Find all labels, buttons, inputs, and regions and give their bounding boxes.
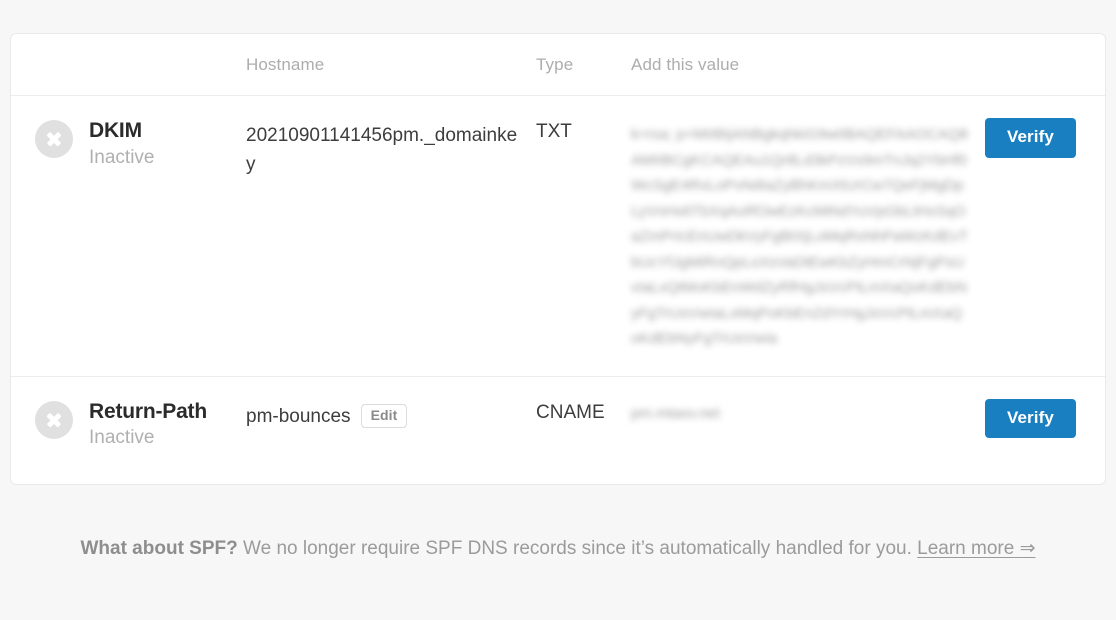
- table-row: Return-Path Inactive pm-bounces Edit CNA…: [11, 375, 1105, 484]
- dns-settings-page: Hostname Type Add this value DKIM Inacti…: [0, 0, 1116, 620]
- verify-button[interactable]: Verify: [985, 118, 1076, 158]
- x-circle-icon: [35, 120, 73, 158]
- dns-records-card: Hostname Type Add this value DKIM Inacti…: [10, 33, 1106, 485]
- spf-note-heading: What about SPF?: [80, 538, 238, 559]
- learn-more-link[interactable]: Learn more ⇒: [917, 538, 1035, 559]
- edit-hostname-button[interactable]: Edit: [360, 404, 408, 429]
- row-action-cell: Verify: [985, 398, 1105, 439]
- record-name: DKIM: [89, 119, 142, 142]
- x-circle-icon: [35, 400, 73, 439]
- record-type: CNAME: [536, 401, 605, 423]
- spf-note-body: We no longer require SPF DNS records sin…: [237, 538, 918, 559]
- record-hostname-cell: pm-bounces Edit: [236, 399, 536, 431]
- record-hostname: 20210901141456pm._domainkey: [246, 125, 518, 176]
- table-header-row: Hostname Type Add this value: [11, 34, 1105, 96]
- record-value-redacted: pm.mtasv.net: [631, 399, 985, 425]
- record-hostname: pm-bounces: [246, 405, 351, 427]
- redacted-value-text: k=rsa; p=MIIBIjANBgkqhkiG9w0BAQEFAAOCAQ8…: [631, 126, 969, 347]
- table-row: DKIM Inactive 20210901141456pm._domainke…: [11, 96, 1105, 376]
- row-status-cell: Return-Path Inactive: [11, 399, 236, 450]
- row-status-cell: DKIM Inactive: [11, 118, 236, 169]
- record-state: Inactive: [89, 146, 155, 168]
- record-value-redacted: k=rsa; p=MIIBIjANBgkqhkiG9w0BAQEFAAOCAQ8…: [631, 118, 985, 352]
- learn-more-label: Learn more: [917, 538, 1015, 559]
- column-header-type: Type: [536, 54, 574, 74]
- row-action-cell: Verify: [985, 118, 1105, 158]
- redacted-value-text: pm.mtasv.net: [631, 404, 720, 422]
- spf-note: What about SPF? We no longer require SPF…: [10, 533, 1106, 564]
- record-state: Inactive: [89, 427, 155, 449]
- verify-button[interactable]: Verify: [985, 398, 1076, 439]
- record-status-text: Return-Path Inactive: [89, 399, 207, 450]
- arrow-right-icon: ⇒: [1019, 538, 1036, 559]
- record-status-text: DKIM Inactive: [89, 118, 154, 169]
- column-header-hostname: Hostname: [246, 54, 325, 74]
- record-type: TXT: [536, 121, 572, 142]
- column-header-value: Add this value: [631, 54, 740, 74]
- record-name: Return-Path: [89, 399, 207, 423]
